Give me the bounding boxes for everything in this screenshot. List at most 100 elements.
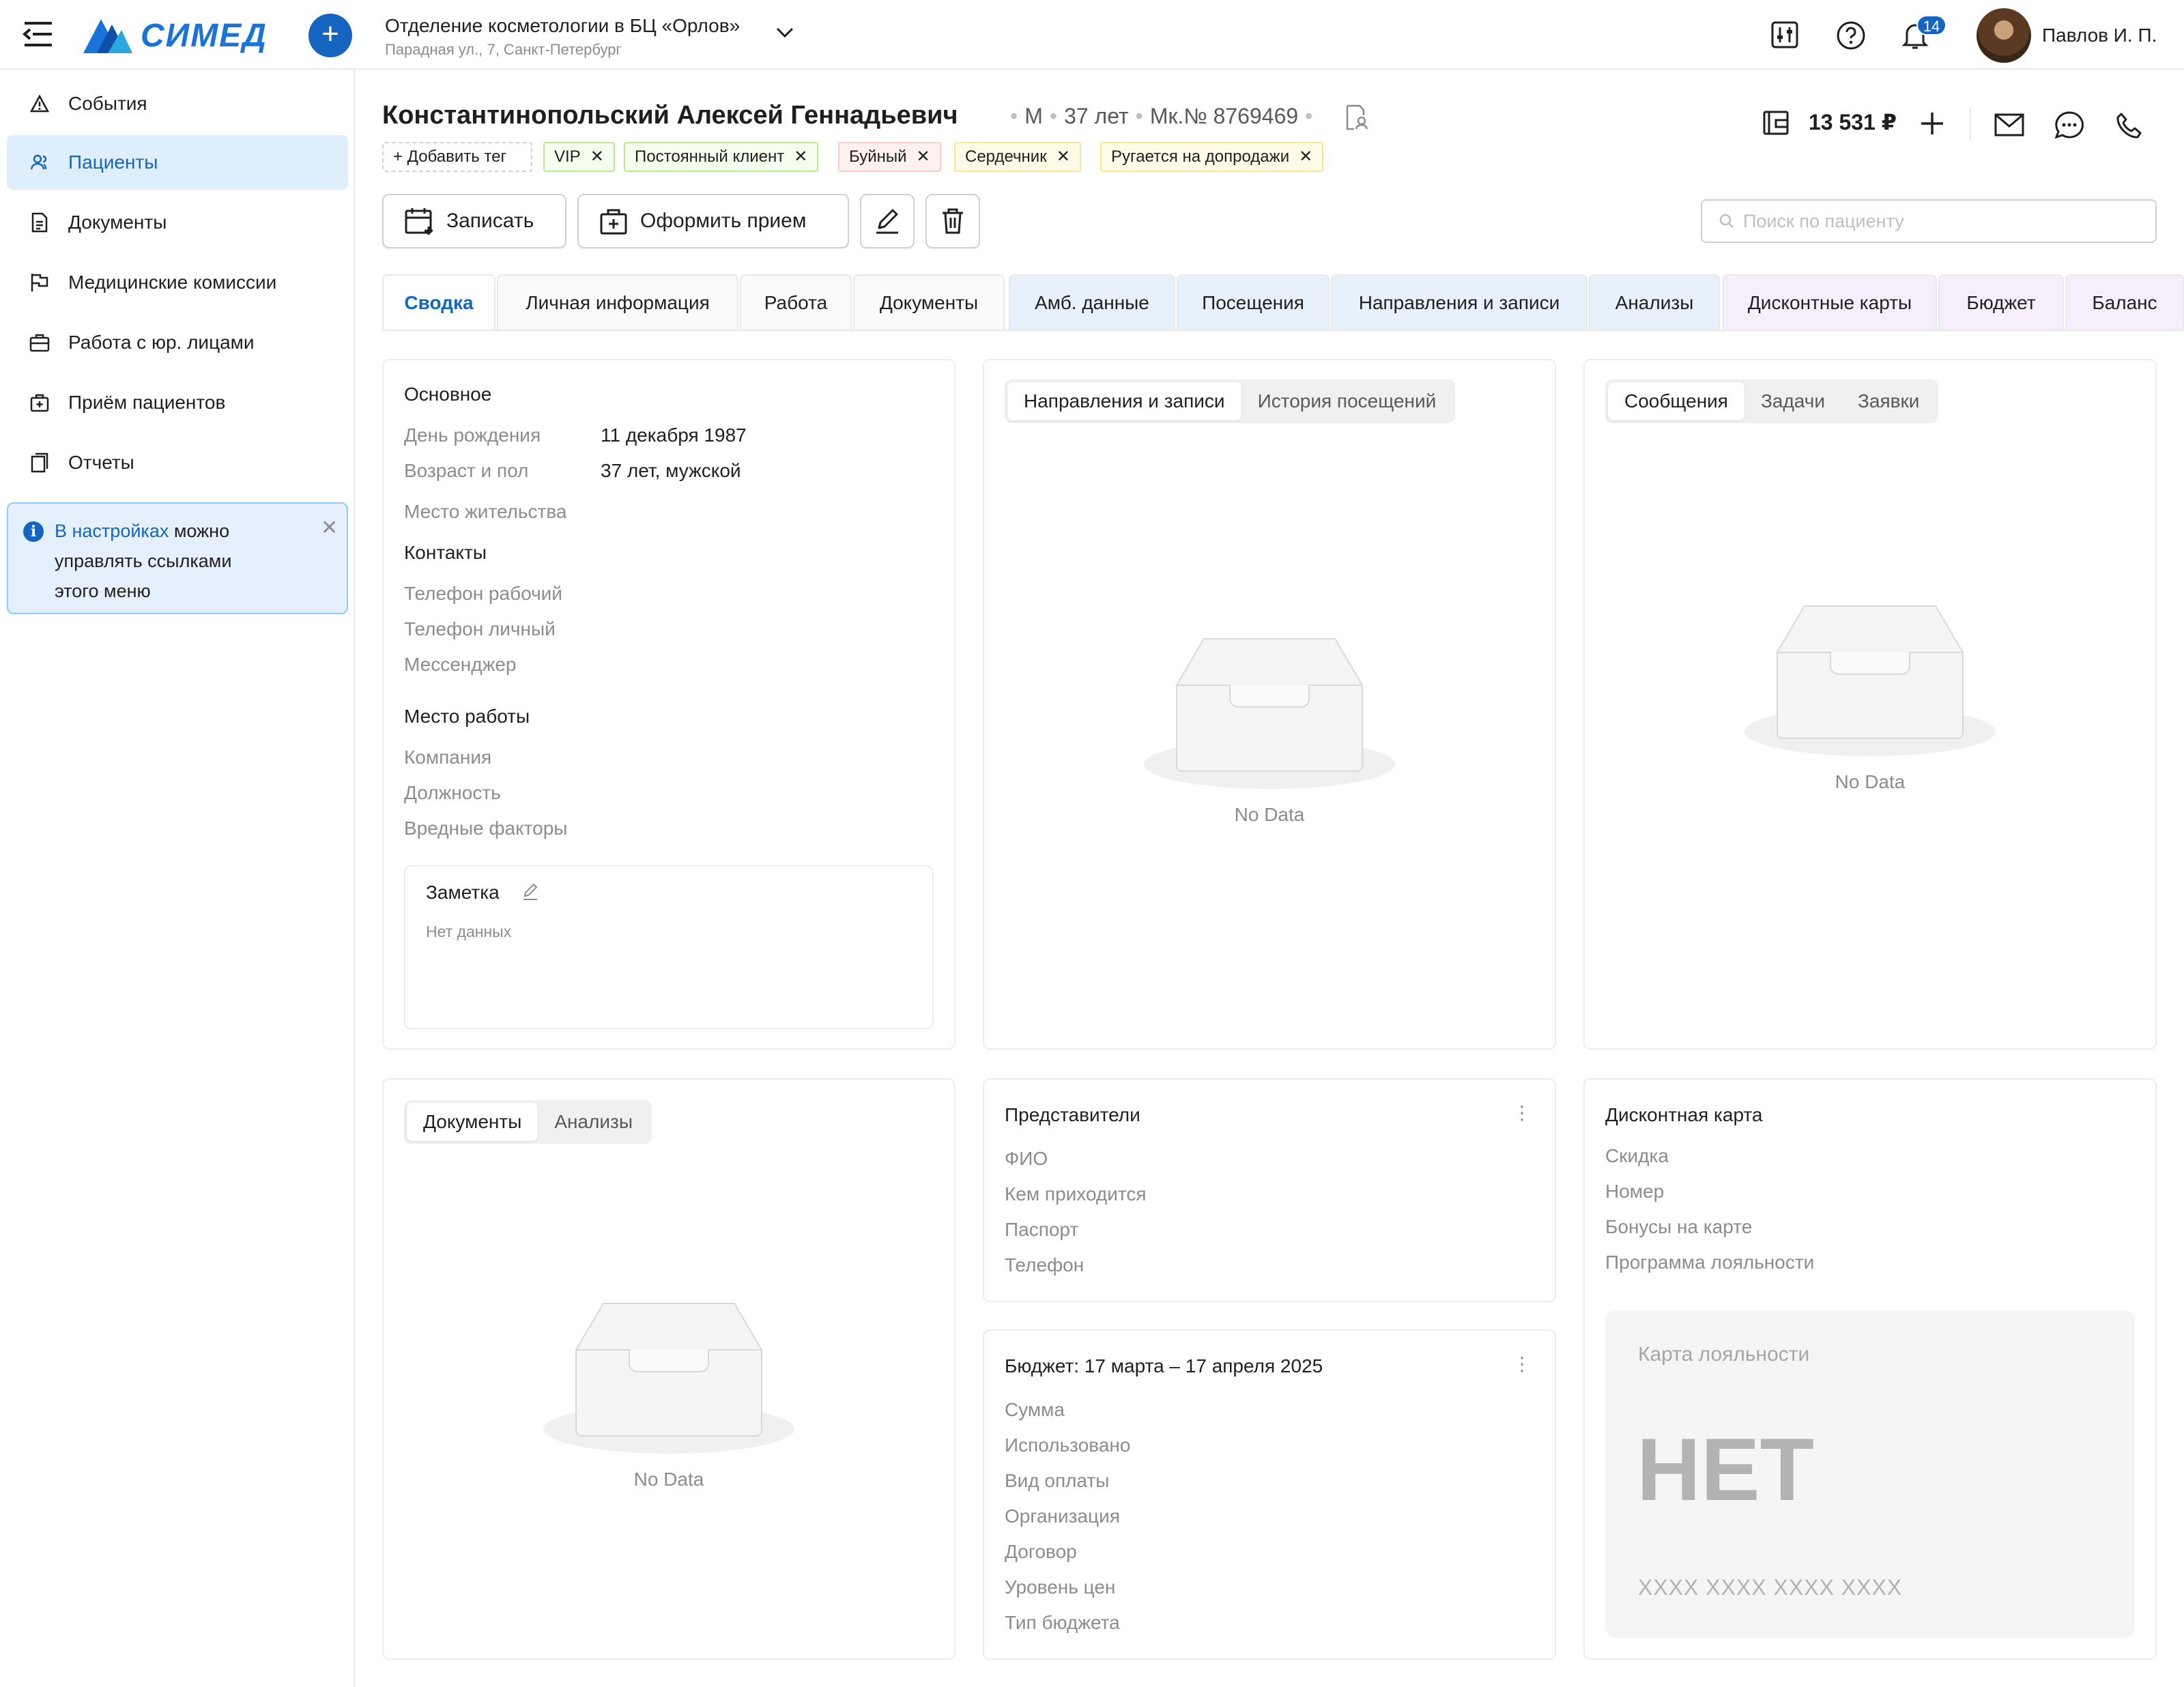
- loyalty-card-number: XXXX XXXX XXXX XXXX: [1638, 1575, 1903, 1600]
- discount-field: Бонусы на карте: [1605, 1216, 1753, 1237]
- messenger-label: Мессенджер: [404, 654, 517, 675]
- edit-button[interactable]: [860, 194, 915, 248]
- menu-collapse-icon[interactable]: [22, 20, 55, 48]
- search-icon: [1719, 213, 1735, 229]
- sidebar-item-label: Приём пациентов: [68, 392, 226, 413]
- tab-work[interactable]: Работа: [740, 274, 852, 330]
- pencil-icon[interactable]: [521, 883, 539, 901]
- mail-icon[interactable]: [1994, 113, 2024, 136]
- sidebar-item-label: Документы: [68, 212, 167, 233]
- patients-icon: [27, 153, 52, 172]
- close-icon[interactable]: ✕: [1299, 147, 1312, 166]
- tab-personal-info[interactable]: Личная информация: [497, 274, 738, 330]
- phone-icon[interactable]: [2116, 112, 2143, 139]
- user-name[interactable]: Павлов И. П.: [2042, 25, 2157, 46]
- avatar[interactable]: [1977, 8, 2031, 63]
- more-vertical-icon[interactable]: ⋮: [1512, 1101, 1532, 1124]
- logo[interactable]: СИМЕД: [81, 16, 268, 55]
- briefcase-icon: [27, 333, 52, 352]
- patient-card-number: Мк.№ 8769469: [1149, 104, 1299, 128]
- seg-analyses[interactable]: Анализы: [538, 1103, 649, 1141]
- tab-documents[interactable]: Документы: [853, 274, 1005, 330]
- note-value: Нет данных: [426, 923, 512, 940]
- settings-link[interactable]: В настройках: [55, 521, 169, 541]
- close-icon[interactable]: ✕: [1057, 147, 1070, 166]
- personal-phone-label: Телефон личный: [404, 618, 556, 639]
- patient-card-icon[interactable]: [1343, 104, 1370, 131]
- sidebar-item-legal-entities[interactable]: Работа с юр. лицами: [7, 315, 348, 370]
- document-icon: [27, 212, 52, 233]
- close-icon[interactable]: ✕: [590, 147, 604, 166]
- medical-case-icon: [27, 393, 52, 412]
- close-icon[interactable]: ✕: [794, 147, 807, 166]
- delete-button[interactable]: [925, 194, 980, 248]
- discount-field: Номер: [1605, 1181, 1665, 1202]
- tab-balance[interactable]: Баланс: [2065, 274, 2184, 330]
- divider: [1970, 108, 1971, 141]
- close-icon[interactable]: ✕: [321, 513, 338, 543]
- patient-search-input[interactable]: Поиск по пациенту: [1701, 199, 2157, 243]
- patient-age: 37 лет: [1064, 104, 1129, 128]
- tag-vip: VIP ✕: [543, 142, 615, 172]
- seg-tasks[interactable]: Задачи: [1744, 382, 1841, 420]
- tab-referrals[interactable]: Направления и записи: [1331, 274, 1587, 330]
- chevron-down-icon[interactable]: [775, 26, 794, 40]
- sidebar-item-label: Медицинские комиссии: [68, 272, 277, 293]
- seg-messages[interactable]: Сообщения: [1608, 382, 1744, 420]
- logo-mark-icon: [83, 19, 132, 53]
- sidebar-item-label: Работа с юр. лицами: [68, 332, 255, 353]
- tabs-divider: [382, 330, 2184, 331]
- chat-icon[interactable]: [2054, 111, 2084, 139]
- help-icon[interactable]: [1836, 20, 1866, 51]
- tag-regular-client: Постоянный клиент ✕: [624, 142, 819, 172]
- appointment-button[interactable]: Оформить прием: [577, 194, 849, 248]
- close-icon[interactable]: ✕: [917, 147, 930, 166]
- seg-documents[interactable]: Документы: [407, 1103, 538, 1141]
- sidebar-item-patients[interactable]: Пациенты: [7, 135, 348, 190]
- sidebar-item-events[interactable]: События: [7, 76, 348, 131]
- empty-text: No Data: [1234, 804, 1305, 825]
- age-value: 37 лет, мужской: [601, 460, 741, 481]
- rep-field: Телефон: [1005, 1254, 1084, 1275]
- wallet-icon[interactable]: [1762, 109, 1790, 136]
- budget-field: Организация: [1005, 1505, 1120, 1527]
- sidebar-item-commissions[interactable]: Медицинские комиссии: [7, 255, 348, 310]
- referrals-segmented: Направления и записи История посещений: [1005, 379, 1456, 423]
- birthday-value: 11 декабря 1987: [601, 424, 747, 446]
- rep-field: Кем приходится: [1005, 1183, 1147, 1205]
- department-selector[interactable]: Отделение косметологии в БЦ «Орлов» Пара…: [385, 15, 740, 59]
- add-tag-button[interactable]: + Добавить тег: [382, 142, 532, 172]
- budget-field: Использовано: [1005, 1434, 1131, 1456]
- sliders-icon[interactable]: [1770, 20, 1799, 49]
- budget-title: Бюджет: 17 марта – 17 апреля 2025: [1005, 1355, 1323, 1376]
- discount-field: Скидка: [1605, 1145, 1669, 1166]
- sidebar-item-reception[interactable]: Приём пациентов: [7, 375, 348, 430]
- rep-field: Паспорт: [1005, 1219, 1079, 1240]
- create-button[interactable]: +: [308, 14, 352, 57]
- sidebar-item-reports[interactable]: Отчеты: [7, 435, 348, 490]
- department-address: Парадная ул., 7, Санкт-Петербург: [385, 41, 622, 58]
- residence-label: Место жительства: [404, 501, 567, 522]
- notifications-badge: 14: [1916, 15, 1946, 35]
- tab-analyses[interactable]: Анализы: [1589, 274, 1720, 330]
- trash-icon: [940, 207, 965, 235]
- budget-field: Уровень цен: [1005, 1576, 1116, 1598]
- company-label: Компания: [404, 747, 492, 768]
- tab-summary[interactable]: Сводка: [382, 274, 495, 330]
- tab-ambulatory-data[interactable]: Амб. данные: [1009, 274, 1175, 330]
- department-name: Отделение косметологии в БЦ «Орлов»: [385, 15, 741, 36]
- patient-balance: 13 531 ₽: [1809, 110, 1897, 134]
- tab-visits[interactable]: Посещения: [1177, 274, 1330, 330]
- more-vertical-icon[interactable]: ⋮: [1512, 1353, 1532, 1375]
- empty-inbox-icon: [1744, 605, 1996, 756]
- flag-icon: [27, 272, 52, 293]
- tab-discount-cards[interactable]: Дисконтные карты: [1723, 274, 1937, 330]
- add-balance-icon[interactable]: [1919, 111, 1945, 136]
- sidebar: События Пациенты Документы Медицинские к…: [0, 70, 355, 1687]
- sidebar-item-documents[interactable]: Документы: [7, 195, 348, 250]
- tab-budget[interactable]: Бюджет: [1938, 274, 2064, 330]
- seg-visit-history[interactable]: История посещений: [1241, 382, 1453, 420]
- record-button[interactable]: Записать: [382, 194, 566, 248]
- seg-requests[interactable]: Заявки: [1841, 382, 1936, 420]
- seg-referrals[interactable]: Направления и записи: [1007, 382, 1241, 420]
